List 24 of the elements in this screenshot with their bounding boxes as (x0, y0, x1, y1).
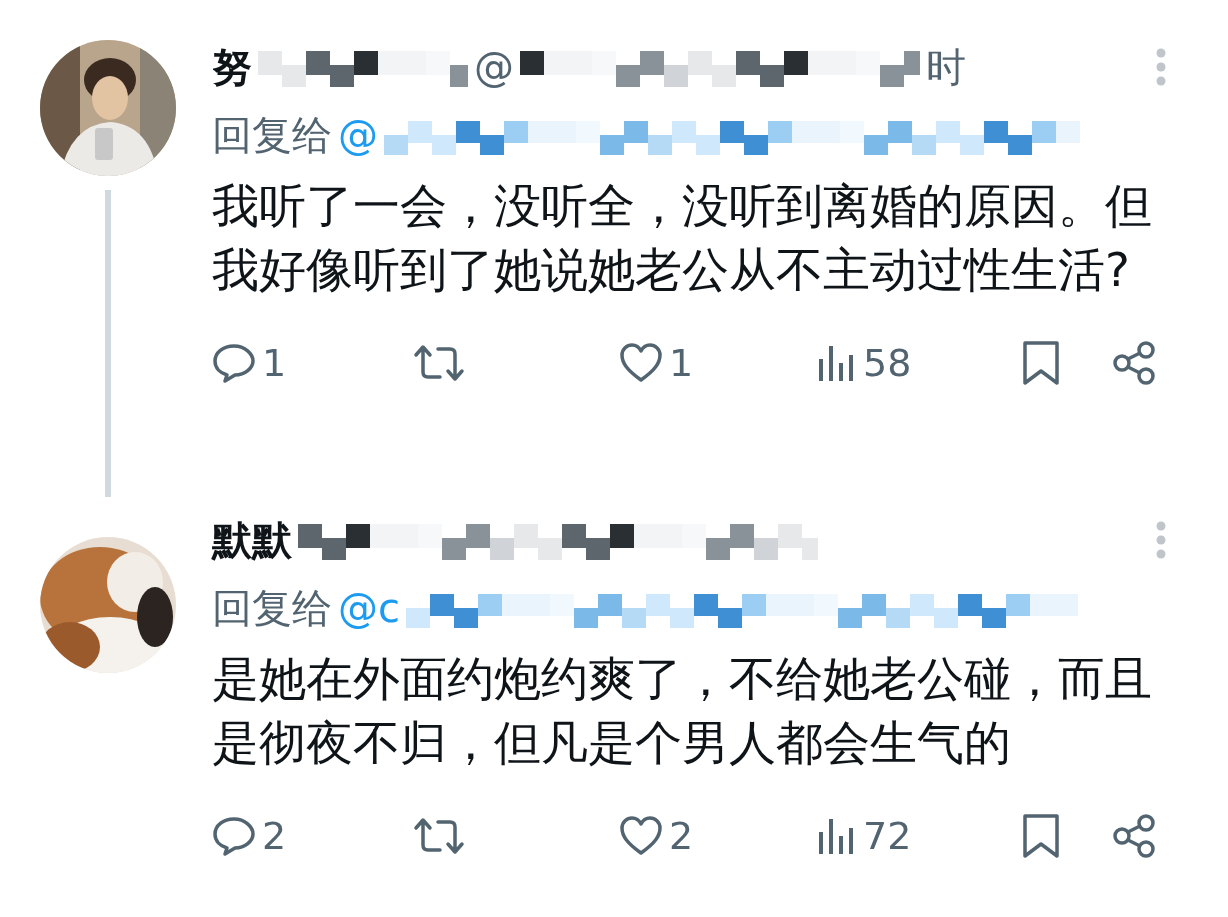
speech-bubble-icon[interactable] (212, 816, 256, 856)
user-handle[interactable]: @ (474, 44, 514, 90)
heart-icon[interactable] (619, 343, 663, 383)
speech-bubble-icon[interactable] (212, 343, 256, 383)
heart-icon[interactable] (619, 816, 663, 856)
user-name[interactable]: 默默 (212, 512, 292, 568)
share-icon[interactable] (1112, 340, 1158, 386)
action-count: 2 (669, 814, 694, 858)
reply-label: 回复给 (212, 583, 332, 633)
repost-icon[interactable] (412, 343, 466, 383)
share-icon[interactable] (1112, 813, 1158, 859)
post-time: 时 (926, 42, 966, 92)
action-count: 1 (669, 341, 694, 385)
repost-icon[interactable] (412, 816, 466, 856)
action-count: 72 (863, 814, 912, 858)
user-name[interactable]: 努 (212, 39, 252, 95)
post-text: 是她在外面约炮约爽了，不给她老公碰，而且是彻夜不归，但凡是个男人都会生气的 (212, 650, 1153, 772)
action-count: 58 (863, 341, 912, 385)
reply-label: 回复给 (212, 110, 332, 160)
bookmark-icon[interactable] (1022, 340, 1060, 386)
action-count: 2 (262, 814, 287, 858)
action-count: 1 (262, 341, 287, 385)
post-text: 我听了一会，没听全，没听到离婚的原因。但我好像听到了她说她老公从不主动过性生活? (212, 177, 1153, 299)
bookmark-icon[interactable] (1022, 813, 1060, 859)
